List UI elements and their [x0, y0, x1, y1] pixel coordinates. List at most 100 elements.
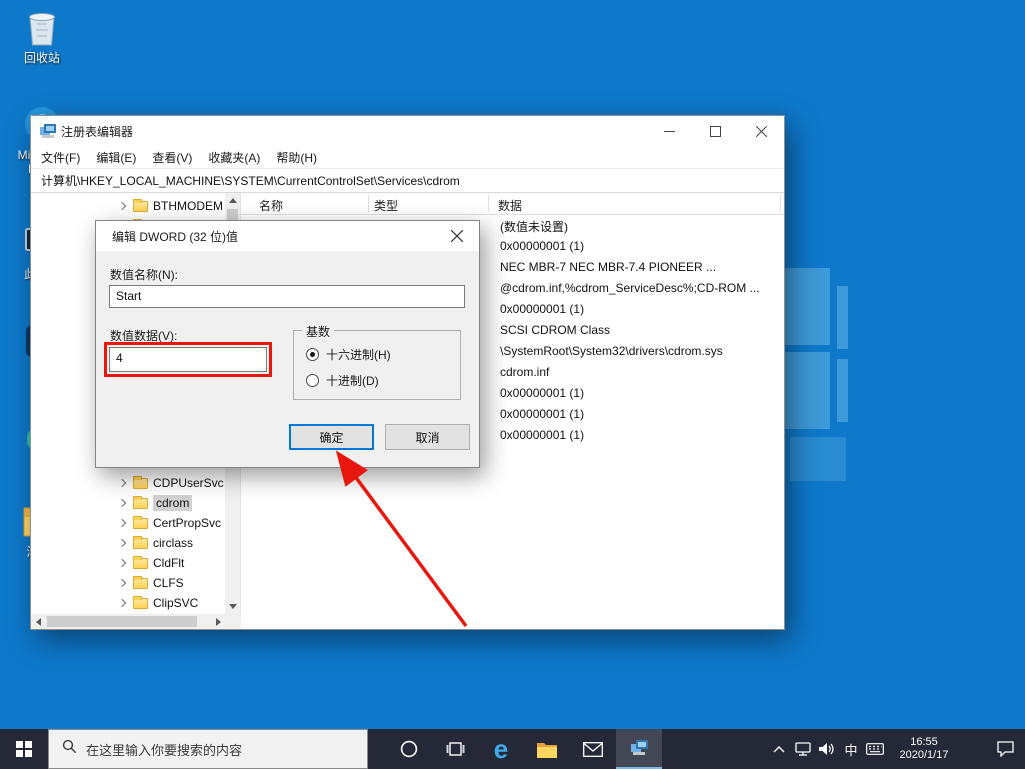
scroll-left-icon[interactable]	[36, 618, 41, 626]
tree-item-label: CertPropSvc	[153, 516, 221, 530]
radio-hexadecimal[interactable]: 十六进制(H)	[306, 346, 391, 363]
list-header: 名称 类型 数据	[241, 193, 784, 215]
folder-icon	[133, 518, 148, 529]
scroll-up-icon[interactable]	[229, 198, 237, 203]
value-data: 0x00000001 (1)	[500, 407, 584, 421]
scrollbar-thumb[interactable]	[47, 616, 197, 627]
file-explorer-button[interactable]	[524, 729, 570, 769]
value-data: @cdrom.inf,%cdrom_ServiceDesc%;CD-ROM ..…	[500, 281, 760, 295]
menu-edit[interactable]: 编辑(E)	[88, 146, 144, 169]
radio-decimal[interactable]: 十进制(D)	[306, 372, 379, 389]
menu-view[interactable]: 查看(V)	[144, 146, 200, 169]
cancel-button[interactable]: 取消	[385, 424, 470, 450]
tree-item-label: CLFS	[153, 576, 184, 590]
network-icon[interactable]	[791, 729, 815, 769]
wallpaper-logo-tile	[837, 286, 848, 349]
volume-icon[interactable]	[815, 729, 839, 769]
tree-item-cdpusersvc[interactable]: CDPUserSvc	[31, 473, 226, 493]
scroll-right-icon[interactable]	[216, 618, 221, 626]
folder-icon	[133, 558, 148, 569]
column-header-name[interactable]: 名称	[259, 197, 283, 214]
cortana-button[interactable]	[386, 729, 432, 769]
chevron-right-icon[interactable]	[118, 539, 126, 547]
tree-item-bthmodem[interactable]: BTHMODEM	[31, 196, 226, 216]
tree-item-label: ClipSVC	[153, 596, 198, 610]
tree-horizontal-scrollbar[interactable]	[31, 614, 241, 629]
minimize-button[interactable]	[646, 116, 692, 146]
chevron-right-icon[interactable]	[118, 499, 126, 507]
dialog-close-button[interactable]	[434, 221, 479, 251]
value-name-label: 数值名称(N):	[110, 266, 178, 283]
tree-item-cldflt[interactable]: CldFlt	[31, 553, 226, 573]
chevron-right-icon[interactable]	[118, 559, 126, 567]
regedit-titlebar[interactable]: 注册表编辑器	[31, 116, 784, 146]
task-view-button[interactable]	[432, 729, 478, 769]
value-name-field[interactable]: Start	[109, 285, 465, 308]
value-data-label: 数值数据(V):	[110, 327, 177, 344]
desktop-icon-recycle-bin[interactable]: 回收站	[6, 6, 78, 65]
folder-icon	[133, 498, 148, 509]
value-data: 0x00000001 (1)	[500, 386, 584, 400]
column-divider[interactable]	[368, 195, 369, 212]
close-button[interactable]	[738, 116, 784, 146]
search-placeholder: 在这里输入你要搜索的内容	[86, 740, 242, 759]
wallpaper-logo-tile	[778, 268, 830, 345]
search-icon	[62, 739, 77, 759]
scroll-down-icon[interactable]	[229, 604, 237, 609]
regedit-icon	[631, 740, 648, 756]
tree-item-clfs[interactable]: CLFS	[31, 573, 226, 593]
ime-language-indicator[interactable]: 中	[839, 729, 863, 769]
base-group-label: 基数	[302, 323, 334, 340]
value-data: (数值未设置)	[500, 218, 568, 235]
chevron-right-icon[interactable]	[118, 579, 126, 587]
recycle-bin-icon	[25, 6, 59, 48]
column-header-type[interactable]: 类型	[374, 197, 398, 214]
folder-icon	[133, 201, 148, 212]
chevron-right-icon[interactable]	[118, 479, 126, 487]
tree-item-label: CDPUserSvc	[153, 476, 224, 490]
menu-favorites[interactable]: 收藏夹(A)	[200, 146, 268, 169]
tree-item-label-selected: cdrom	[153, 495, 192, 511]
start-button[interactable]	[0, 729, 48, 769]
taskbar-search-input[interactable]: 在这里输入你要搜索的内容	[48, 729, 368, 769]
folder-icon	[133, 598, 148, 609]
mail-button[interactable]	[570, 729, 616, 769]
menu-file[interactable]: 文件(F)	[33, 146, 88, 169]
windows-logo-icon	[16, 741, 32, 757]
value-data: SCSI CDROM Class	[500, 323, 610, 337]
dialog-titlebar[interactable]: 编辑 DWORD (32 位)值	[96, 221, 479, 251]
desktop-icon-label: 回收站	[6, 51, 78, 65]
folder-icon	[133, 578, 148, 589]
base-groupbox: 基数 十六进制(H) 十进制(D)	[293, 330, 461, 400]
folder-icon	[133, 478, 148, 489]
column-divider[interactable]	[780, 195, 781, 212]
radio-label: 十进制(D)	[326, 372, 379, 389]
menu-help[interactable]: 帮助(H)	[268, 146, 325, 169]
chevron-right-icon[interactable]	[118, 519, 126, 527]
value-data: \SystemRoot\System32\drivers\cdrom.sys	[500, 344, 723, 358]
chevron-right-icon[interactable]	[118, 599, 126, 607]
tree-item-circlass[interactable]: circlass	[31, 533, 226, 553]
column-divider[interactable]	[488, 195, 489, 212]
radio-selected-icon[interactable]	[306, 348, 319, 361]
tree-item-cdrom[interactable]: cdrom	[31, 493, 226, 513]
ok-button[interactable]: 确定	[289, 424, 374, 450]
tree-item-certpropsvc[interactable]: CertPropSvc	[31, 513, 226, 533]
tree-item-clipsvc[interactable]: ClipSVC	[31, 593, 226, 613]
action-center-button[interactable]	[985, 729, 1025, 769]
maximize-button[interactable]	[692, 116, 738, 146]
desktop: 回收站 Microsoft Edge 此电脑 秒 修复 测试1	[0, 0, 1025, 769]
touch-keyboard-icon[interactable]	[863, 729, 887, 769]
chevron-right-icon[interactable]	[118, 202, 126, 210]
column-header-data[interactable]: 数据	[498, 197, 522, 214]
taskbar-clock[interactable]: 16:55 2020/1/17	[891, 736, 957, 762]
value-data: 0x00000001 (1)	[500, 302, 584, 316]
radio-unselected-icon[interactable]	[306, 374, 319, 387]
value-data-field[interactable]: 4	[109, 347, 267, 372]
edge-taskbar-button[interactable]: e	[478, 729, 524, 769]
address-bar[interactable]: 计算机\HKEY_LOCAL_MACHINE\SYSTEM\CurrentCon…	[31, 168, 784, 193]
regedit-taskbar-button[interactable]	[616, 729, 662, 769]
menu-bar: 文件(F) 编辑(E) 查看(V) 收藏夹(A) 帮助(H)	[31, 146, 784, 168]
value-data: 0x00000001 (1)	[500, 428, 584, 442]
tray-expand-chevron-icon[interactable]	[767, 729, 791, 769]
